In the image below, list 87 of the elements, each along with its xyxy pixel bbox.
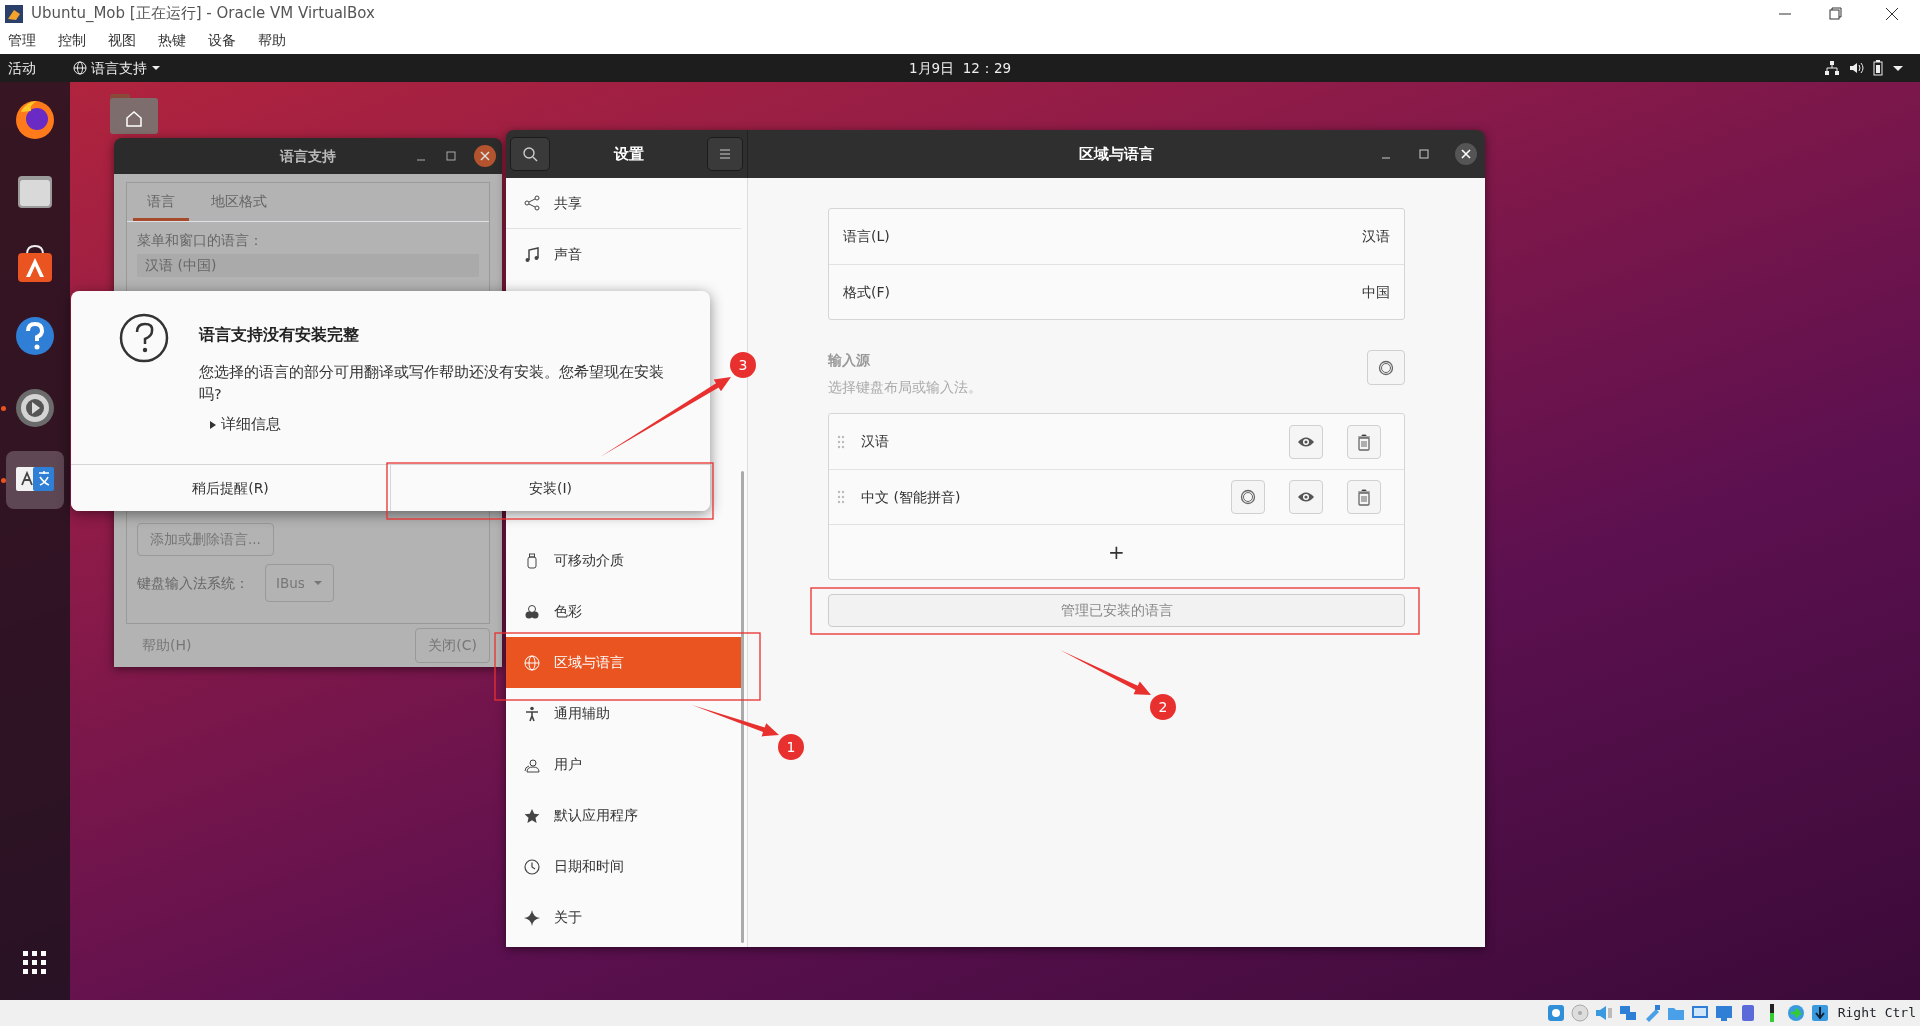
host-key-label: Right Ctrl (1837, 1004, 1916, 1023)
sparkle-icon (524, 909, 540, 926)
users-icon (524, 756, 540, 773)
usb-drive-icon (524, 552, 540, 569)
settings-button[interactable] (1231, 480, 1265, 514)
person-icon (524, 705, 540, 722)
sidebar-item[interactable]: 声音 (506, 229, 741, 280)
preview-button[interactable] (1289, 480, 1323, 514)
dialog-title: 语言支持没有安装完整 (199, 324, 360, 346)
input-options-button[interactable] (1367, 350, 1405, 385)
dialog-button[interactable]: 稍后提醒(R) (71, 464, 390, 511)
star-icon (524, 807, 540, 824)
menu-item[interactable]: 帮助 (258, 30, 286, 51)
menu-item[interactable]: 控制 (58, 30, 86, 51)
drag-handle-icon (837, 490, 845, 504)
input-source-row[interactable]: 汉语 (829, 414, 1404, 469)
menu-item[interactable]: 设备 (208, 30, 236, 51)
menu-item[interactable]: 热键 (158, 30, 186, 51)
volume-icon[interactable] (1848, 60, 1864, 76)
search-button[interactable] (510, 137, 550, 171)
sidebar-item[interactable]: 可移动介质 (506, 535, 741, 586)
remove-button[interactable] (1347, 480, 1381, 514)
app-menu[interactable]: 语言支持 (73, 57, 161, 79)
home-folder-icon[interactable] (110, 92, 158, 134)
row-label: 语言(L) (843, 227, 890, 246)
preview-button[interactable] (1289, 424, 1323, 459)
search-icon (522, 146, 538, 162)
music-note-icon (524, 246, 540, 263)
sidebar-item[interactable]: 默认应用程序 (506, 790, 741, 841)
add-button[interactable]: + (829, 524, 1404, 579)
sidebar-item[interactable]: 关于 (506, 892, 741, 943)
remove-button[interactable] (1347, 424, 1381, 459)
menu-button[interactable] (707, 137, 743, 171)
speaker-icon[interactable] (1593, 1003, 1614, 1023)
virtualbox-icon (4, 3, 24, 24)
settings-row[interactable]: 语言(L) 汉语 (829, 209, 1404, 264)
trash-icon (1355, 432, 1373, 451)
maximize-icon[interactable] (444, 149, 458, 163)
field-label: 菜单和窗口的语言： (137, 231, 264, 250)
sidebar-item[interactable]: 通用辅助 (506, 688, 741, 739)
window-title: 语言支持 (280, 146, 336, 166)
menu-item[interactable]: 视图 (108, 30, 136, 51)
help-icon[interactable] (13, 314, 57, 358)
section-title: 输入源 (828, 351, 871, 370)
sidebar-item[interactable]: 共享 (506, 178, 741, 229)
panel-title: 区域与语言 (1079, 143, 1154, 165)
caret-icon (151, 63, 161, 73)
globe-icon (73, 61, 87, 75)
clock[interactable]: 1月9日 12：29 (908, 57, 1012, 79)
drag-handle-icon (837, 434, 845, 449)
display-icon[interactable] (1713, 1003, 1734, 1023)
sidebar-item[interactable]: 用户 (506, 739, 741, 790)
settings-title: 设置 (613, 143, 644, 165)
circles-icon (524, 603, 540, 620)
row-label: 格式(F) (843, 282, 890, 302)
row-value: 中国 (1362, 282, 1390, 302)
scrollbar[interactable] (741, 471, 744, 943)
activities-button[interactable]: 活动 (8, 57, 36, 79)
dialog-button[interactable]: 安装(I) (390, 464, 710, 511)
caret-right-icon (209, 419, 217, 430)
app-grid-icon[interactable] (22, 950, 48, 976)
close-icon[interactable] (474, 145, 496, 167)
input-source-name: 中文 (智能拼音) (861, 487, 962, 507)
row-value: 汉语 (1362, 227, 1390, 246)
sidebar-item[interactable]: 色彩 (506, 586, 741, 637)
section-hint: 选择键盘布局或输入法。 (828, 378, 982, 397)
globe-icon (524, 654, 540, 671)
input-source-name: 汉语 (861, 432, 890, 451)
sidebar-item[interactable]: 区域与语言 (506, 637, 741, 688)
question-icon (119, 313, 169, 363)
clock-icon (524, 858, 540, 875)
details-expander[interactable]: 详细信息 (209, 413, 281, 436)
firefox-icon[interactable] (13, 98, 57, 142)
share-icon (524, 195, 540, 211)
network-icon[interactable] (1824, 60, 1840, 76)
maximize-icon[interactable] (1417, 147, 1431, 161)
battery-icon[interactable] (1872, 60, 1884, 76)
window-title: Ubuntu_Mob [正在运行] - Oracle VM VirtualBox (31, 3, 376, 25)
menu-icon (719, 148, 731, 160)
field-label: 键盘输入法系统： (137, 573, 249, 593)
sidebar-item[interactable]: 日期和时间 (506, 841, 741, 892)
dialog-message: 您选择的语言的部分可用翻译或写作帮助还没有安装。您希望现在安装吗? (199, 363, 665, 405)
close-icon[interactable] (1455, 143, 1477, 165)
settings-row[interactable]: 格式(F) 中国 (829, 264, 1404, 319)
menu-item[interactable]: 管理 (8, 30, 36, 51)
input-source-row[interactable]: 中文 (智能拼音) (829, 469, 1404, 524)
trash-icon (1355, 488, 1373, 506)
